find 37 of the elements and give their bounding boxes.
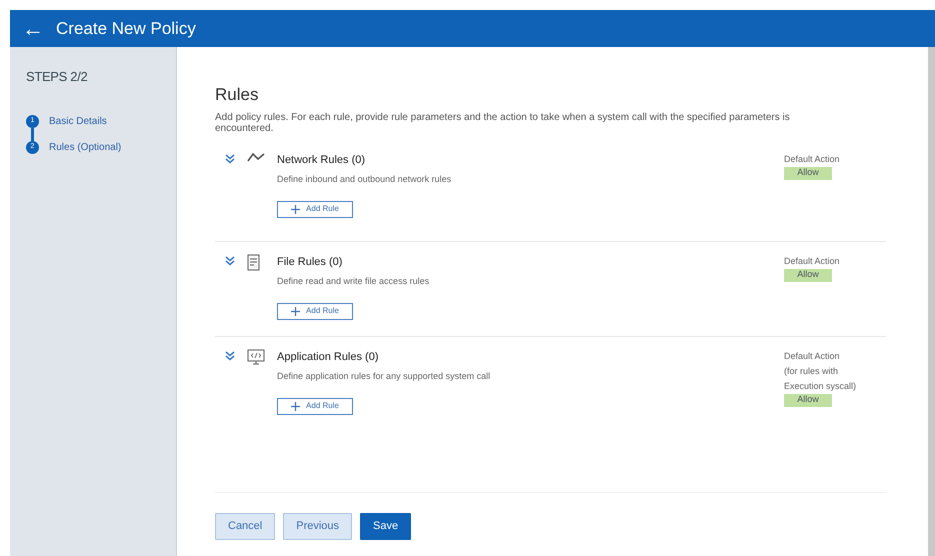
save-button[interactable]: Save: [360, 513, 412, 540]
section-heading: Rules: [215, 84, 260, 106]
footer-button[interactable]: Cancel: [215, 513, 276, 540]
add-rule-button[interactable]: Add Rule: [277, 398, 353, 414]
description-text: Add policy rules. For each rule, provide rule parameters and the action to take when a system call with the specified parameters is encountered.: [215, 112, 791, 134]
action-badge: Allow: [784, 268, 832, 282]
steps-label: STEPS 2/2: [26, 68, 88, 86]
back-button[interactable]: ←: [22, 18, 44, 40]
step-link[interactable]: Rules (Optional): [49, 140, 122, 154]
default-action-label: Default Action: [784, 254, 841, 268]
rule-title: Application Rules (0): [277, 350, 380, 364]
add-rule-button[interactable]: Add Rule: [277, 200, 353, 218]
footer-button[interactable]: Previous: [283, 513, 352, 540]
default-action-label: Default Action: [784, 152, 841, 166]
rule-title: File Rules (0): [277, 254, 344, 270]
monitor-code-icon: [247, 348, 265, 364]
expand-icon[interactable]: [225, 350, 235, 360]
document-icon: [247, 254, 260, 270]
plus-icon: [291, 204, 300, 214]
step-link[interactable]: Basic Details: [49, 114, 107, 128]
page-title: Create New Policy: [56, 18, 196, 40]
add-rule-button[interactable]: Add Rule: [277, 302, 353, 320]
expand-icon[interactable]: [225, 256, 235, 266]
plus-icon: [291, 306, 300, 316]
action-badge: Allow: [784, 394, 832, 406]
scrollbar[interactable]: [928, 47, 935, 556]
expand-icon[interactable]: [225, 154, 235, 164]
plus-icon: [291, 402, 300, 410]
default-action-label: (for rules with: [784, 364, 840, 378]
rule-description: Define application rules for any supported system call: [277, 370, 492, 383]
rule-description: Define inbound and outbound network rules: [277, 173, 452, 186]
default-action-label: Default Action: [784, 350, 841, 362]
action-badge: Allow: [784, 166, 832, 180]
rule-title: Network Rules (0): [277, 152, 366, 168]
rule-description: Define read and write file access rules: [277, 275, 430, 288]
default-action-label: Execution syscall): [784, 380, 858, 393]
wave-icon: [247, 152, 265, 162]
